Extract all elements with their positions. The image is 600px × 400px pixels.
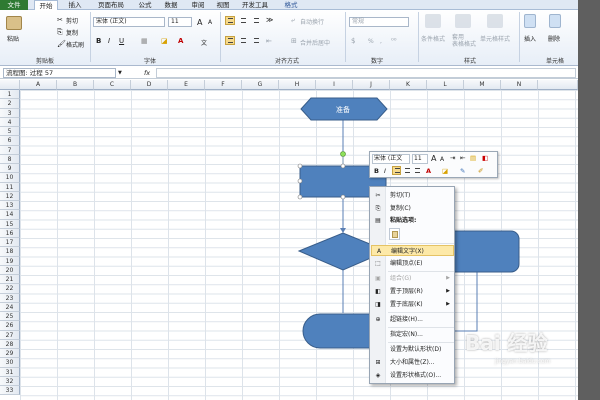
copy-icon: ⎘ [375,205,381,212]
menu-item-paste-options: ▤ 粘贴选项: [371,215,454,226]
edit-text-icon: A [376,248,382,255]
menu-item-assign-macro[interactable]: 指定宏(N)... [371,329,454,340]
mini-toolbar: 宋体 (正文 11 A A ⇥ ⇤ ▤ ◧ B I A ◪ ✎ ✐ [369,151,498,178]
menu-separator [388,312,454,313]
menu-item-label: 编辑文字(X) [391,248,424,255]
menu-item-group[interactable]: ▣ 组合(G) ▶ [371,273,454,284]
scissors-icon: ✂ [375,192,381,199]
menu-item-label: 粘贴选项: [390,217,417,224]
menu-item-format-shape[interactable]: ◈ 设置形状格式(O)... [371,370,454,381]
excel-window: 文件 开始 插入 页面布局 公式 数据 审阅 视图 开发工具 格式 粘贴 ✂ 剪… [0,0,578,400]
menu-item-label: 复制(C) [390,205,411,212]
menu-separator [388,271,454,272]
resize-handle[interactable] [340,163,346,169]
menu-item-edit-text[interactable]: A 编辑文字(X) [371,245,454,256]
mini-effects-icon[interactable]: ✐ [478,167,483,175]
menu-item-size-properties[interactable]: ⊞ 大小和属性(Z)... [371,357,454,368]
mini-align-center-button[interactable] [402,166,411,175]
edit-points-icon: ⬚ [375,260,381,267]
menu-item-label: 设置形状格式(O)... [390,372,442,379]
menu-item-label: 超链接(H)... [390,316,423,323]
submenu-arrow-icon: ▶ [446,288,450,294]
watermark-url: jingyan.baidu.com [495,358,551,365]
mini-style-icon[interactable]: ◧ [482,154,488,162]
mini-grow-font-icon[interactable]: A [431,154,436,163]
format-shape-icon: ◈ [375,372,381,379]
menu-item-label: 大小和属性(Z)... [390,359,435,366]
clipboard-icon [392,231,398,238]
size-icon: ⊞ [375,359,381,366]
rotation-handle[interactable] [340,151,346,157]
prepare-shape-label: 准备 [336,105,350,114]
menu-item-bring-to-front[interactable]: ◧ 置于顶层(R) ▶ [371,286,454,297]
mini-align-left-button[interactable] [392,166,401,175]
menu-separator [388,243,454,244]
watermark: Bai 经验 jingyan.baidu.com [465,327,577,387]
paste-option-button[interactable] [389,228,400,240]
mini-bold-button[interactable]: B [374,167,379,175]
menu-item-label: 剪切(T) [390,192,411,199]
mini-shrink-font-icon[interactable]: A [440,156,444,163]
submenu-arrow-icon: ▶ [446,301,450,307]
menu-item-hyperlink[interactable]: ⊕ 超链接(H)... [371,314,454,325]
menu-item-label: 编辑顶点(E) [390,260,423,267]
menu-item-label: 置于顶层(R) [390,288,423,295]
window-backdrop [578,0,600,400]
watermark-text: Bai 经验 [465,331,548,355]
paste-icon: ▤ [375,217,381,224]
mini-outline-icon[interactable]: ✎ [460,167,465,175]
resize-handle[interactable] [297,178,303,184]
mini-font-color-button[interactable]: A [426,167,431,175]
group-icon: ▣ [375,275,381,282]
mini-align-right-button[interactable] [412,166,421,175]
arrowhead [340,228,346,233]
hyperlink-icon: ⊕ [375,316,381,323]
menu-item-cut[interactable]: ✂ 剪切(T) [371,190,454,201]
mini-outdent-icon[interactable]: ⇤ [460,154,465,162]
menu-item-label: 设置为默认形状(D) [390,346,442,353]
send-back-icon: ◨ [375,301,381,308]
resize-handle[interactable] [297,194,303,200]
menu-item-label: 指定宏(N)... [390,331,423,338]
menu-separator [388,342,454,343]
resize-handle[interactable] [340,194,346,200]
menu-item-send-to-back[interactable]: ◨ 置于底层(K) ▶ [371,299,454,310]
bring-front-icon: ◧ [375,288,381,295]
mini-italic-button[interactable]: I [384,167,386,175]
mini-indent-icon[interactable]: ⇥ [450,154,455,162]
menu-separator [388,327,454,328]
mini-fill-icon[interactable]: ◪ [442,167,448,175]
mini-size-select[interactable]: 11 [412,154,428,164]
mini-format-painter-icon[interactable]: ▤ [470,154,476,162]
resize-handle[interactable] [297,163,303,169]
menu-item-label: 置于底层(K) [390,301,423,308]
menu-item-copy[interactable]: ⎘ 复制(C) [371,203,454,214]
context-menu: ✂ 剪切(T) ⎘ 复制(C) ▤ 粘贴选项: A 编辑文字(X) ⬚ 编辑顶点(E) ▣… [369,186,455,384]
menu-item-label: 组合(G) [390,275,412,282]
menu-item-edit-points[interactable]: ⬚ 编辑顶点(E) [371,258,454,269]
menu-item-set-default-shape[interactable]: 设置为默认形状(D) [371,344,454,355]
mini-font-select[interactable]: 宋体 (正文 [372,154,410,164]
submenu-arrow-icon: ▶ [446,275,450,281]
